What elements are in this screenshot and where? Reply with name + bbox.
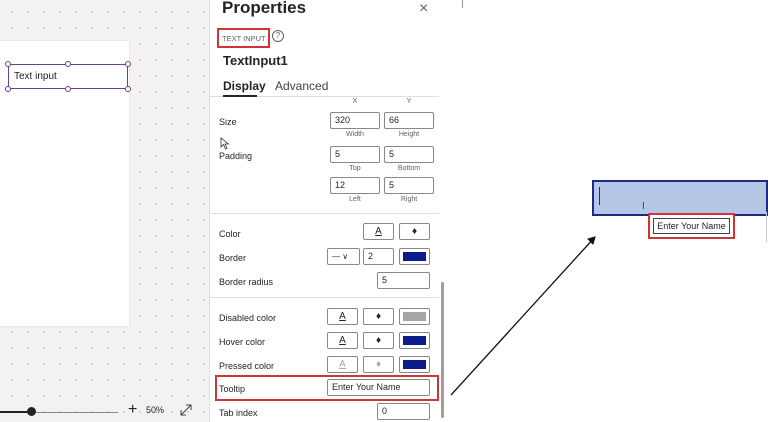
border-radius-label: Border radius (219, 277, 274, 287)
tooltip-highlight: Enter Your Name (648, 213, 735, 239)
mouse-pointer-icon (220, 137, 230, 150)
color-label: Color (219, 229, 241, 239)
expand-icon[interactable] (179, 403, 193, 417)
section-divider (209, 297, 439, 298)
preview-tooltip: Enter Your Name (653, 218, 730, 234)
preview-text-input[interactable] (592, 180, 768, 216)
edge-line (766, 212, 767, 242)
hover-fill-color-button[interactable]: ♦ (363, 332, 394, 349)
tab-index-label: Tab index (219, 408, 258, 418)
control-name[interactable]: TextInput1 (223, 53, 288, 68)
disabled-fill-color-button[interactable]: ♦ (363, 308, 394, 325)
padding-right-field[interactable]: 5 (384, 177, 434, 194)
border-style-dropdown[interactable]: — ∨ (327, 248, 360, 265)
tab-advanced[interactable]: Advanced (275, 79, 328, 93)
fill-color-button[interactable]: ♦ (399, 223, 430, 240)
size-label: Size (219, 117, 237, 127)
text-caret (599, 187, 600, 205)
padding-left-label: Left (349, 196, 361, 203)
text-input-placeholder: Text input (14, 71, 57, 82)
ibeam-cursor-icon: I (642, 201, 645, 212)
pressed-text-color-button[interactable]: A (327, 356, 358, 373)
width-label: Width (346, 131, 364, 138)
help-icon[interactable]: ? (272, 30, 284, 42)
divider-line (462, 0, 463, 8)
zoom-level: 50% (146, 405, 165, 415)
text-color-button[interactable]: A (363, 223, 394, 240)
resize-handle-bottom-left[interactable] (5, 86, 11, 92)
section-divider (209, 213, 439, 214)
pressed-color-swatch[interactable] (399, 356, 430, 373)
resize-handle-top-right[interactable] (125, 61, 131, 67)
tooltip-field[interactable]: Enter Your Name (327, 379, 430, 396)
border-style-glyph: — (332, 252, 340, 261)
padding-label: Padding (219, 151, 253, 161)
tab-index-field[interactable]: 0 (377, 403, 430, 420)
disabled-text-color-button[interactable]: A (327, 308, 358, 325)
border-width-field[interactable]: 2 (363, 248, 394, 265)
height-label: Height (398, 131, 420, 138)
disabled-color-swatch[interactable] (399, 308, 430, 325)
panel-scrollbar[interactable] (441, 282, 444, 418)
position-y-label: Y (406, 98, 412, 105)
padding-bottom-field[interactable]: 5 (384, 146, 434, 163)
padding-right-label: Right (400, 196, 418, 203)
padding-top-label: Top (349, 165, 361, 172)
hover-color-label: Hover color (219, 337, 266, 347)
tab-display[interactable]: Display (223, 79, 266, 93)
pressed-color-label: Pressed color (219, 361, 275, 371)
padding-top-field[interactable]: 5 (330, 146, 380, 163)
active-tab-indicator (223, 95, 257, 97)
height-field[interactable]: 66 (384, 112, 434, 129)
disabled-color-label: Disabled color (219, 313, 277, 323)
resize-handle-top-left[interactable] (5, 61, 11, 67)
border-color-swatch[interactable] (399, 248, 430, 265)
width-field[interactable]: 320 (330, 112, 380, 129)
hover-text-color-button[interactable]: A (327, 332, 358, 349)
position-x-label: X (352, 98, 358, 105)
resize-handle-bottom-right[interactable] (125, 86, 131, 92)
chevron-down-icon: ∨ (342, 252, 349, 261)
resize-handle-top[interactable] (65, 61, 71, 67)
pressed-fill-color-button[interactable]: ♦ (363, 356, 394, 373)
border-label: Border (219, 253, 247, 263)
padding-left-field[interactable]: 12 (330, 177, 380, 194)
hover-color-swatch[interactable] (399, 332, 430, 349)
panel-title: Properties (222, 0, 307, 17)
zoom-in-icon[interactable]: + (128, 401, 137, 419)
close-icon[interactable]: × (419, 0, 428, 18)
padding-bottom-label: Bottom (397, 165, 421, 172)
resize-handle-bottom[interactable] (65, 86, 71, 92)
control-type-label: TEXT INPUT (222, 34, 266, 43)
zoom-slider-thumb[interactable] (27, 407, 36, 416)
border-radius-field[interactable]: 5 (377, 272, 430, 289)
tooltip-label: Tooltip (219, 384, 246, 394)
annotation-arrow (450, 236, 596, 396)
